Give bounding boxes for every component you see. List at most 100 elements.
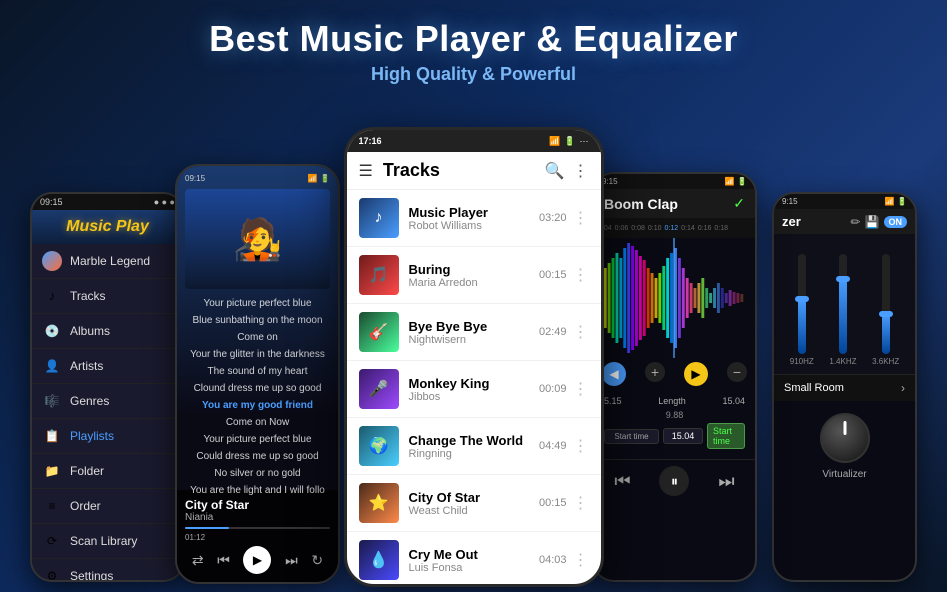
- zoom-in-btn[interactable]: +: [645, 362, 665, 382]
- playlist-icon: 📋: [42, 426, 62, 446]
- waveform-playback-controls: ⏮ ⏸ ⏭: [594, 459, 755, 502]
- track-more-1[interactable]: ⋮: [573, 208, 589, 228]
- virtualizer-label: Virtualizer: [822, 469, 866, 480]
- left-nav-arrow[interactable]: ◀: [602, 362, 626, 386]
- header-actions: 🔍 ⋮: [545, 161, 589, 181]
- play-button[interactable]: ▶: [243, 546, 271, 574]
- track-item-7[interactable]: 💧 Cry Me Out Luis Fonsa 04:03 ⋮: [347, 532, 601, 587]
- battery-icon: 🔋: [564, 136, 575, 147]
- lyrics-current-time: 01:12: [185, 533, 205, 542]
- track-duration-5: 04:49: [539, 440, 567, 452]
- eq-handle-1[interactable]: [795, 296, 809, 302]
- lyric-line-4: Your the glitter in the darkness: [185, 346, 330, 363]
- next-button[interactable]: ⏭: [285, 552, 298, 569]
- track-thumb-7: 💧: [359, 540, 399, 580]
- track-item-1[interactable]: ♪ Music Player Robot Williams 03:20 ⋮: [347, 190, 601, 247]
- sidebar-label-genres: Genres: [70, 394, 109, 408]
- edit-icon[interactable]: ✏: [850, 215, 860, 229]
- prev-button[interactable]: ⏮: [217, 552, 230, 569]
- wf-pause-button[interactable]: ⏸: [659, 466, 689, 496]
- sidebar-item-order[interactable]: ≡ Order: [32, 489, 183, 524]
- track-info-2: Buring Maria Arredon: [409, 262, 539, 289]
- more-icon: ···: [580, 136, 589, 147]
- track-more-4[interactable]: ⋮: [573, 379, 589, 399]
- sidebar-item-artists[interactable]: 👤 Artists: [32, 349, 183, 384]
- track-more-7[interactable]: ⋮: [573, 550, 589, 570]
- eq-handle-2[interactable]: [836, 276, 850, 282]
- lyric-line-5: The sound of my heart: [185, 363, 330, 380]
- track-thumb-6: ⭐: [359, 483, 399, 523]
- avatar: [42, 251, 62, 271]
- virtualizer-knob[interactable]: [820, 413, 870, 463]
- sidebar-item-settings[interactable]: ⚙ Settings: [32, 559, 183, 582]
- waveform-display: [594, 238, 755, 358]
- track-item-4[interactable]: 🎤 Monkey King Jibbos 00:09 ⋮: [347, 361, 601, 418]
- lyric-line-3: Come on: [185, 329, 330, 346]
- track-info-4: Monkey King Jibbos: [409, 376, 539, 403]
- sidebar-item-albums[interactable]: 💿 Albums: [32, 314, 183, 349]
- sidebar-item-genres[interactable]: 🎼 Genres: [32, 384, 183, 419]
- track-item-3[interactable]: 🎸 Bye Bye Bye Nightwisern 02:49 ⋮: [347, 304, 601, 361]
- lyrics-progress-bar[interactable]: [185, 527, 330, 529]
- track-name-4: Monkey King: [409, 376, 539, 391]
- overflow-icon[interactable]: ⋮: [573, 161, 589, 181]
- start-time-input[interactable]: [604, 429, 659, 444]
- eq-title-bar: zer ✏ 💾 ON: [774, 209, 915, 234]
- track-more-2[interactable]: ⋮: [573, 265, 589, 285]
- track-more-3[interactable]: ⋮: [573, 322, 589, 342]
- length-input[interactable]: [663, 428, 703, 444]
- wf-next-button[interactable]: ⏭: [718, 471, 734, 492]
- track-more-5[interactable]: ⋮: [573, 436, 589, 456]
- track-item-6[interactable]: ⭐ City Of Star Weast Child 00:15 ⋮: [347, 475, 601, 532]
- artist-icon: 👤: [42, 356, 62, 376]
- search-icon[interactable]: 🔍: [545, 161, 565, 181]
- track-thumb-4: 🎤: [359, 369, 399, 409]
- lyrics-artist-name: Niania: [185, 512, 330, 523]
- on-toggle[interactable]: ON: [884, 216, 908, 228]
- header: Best Music Player & Equalizer High Quali…: [0, 0, 947, 85]
- wf-prev-button[interactable]: ⏮: [614, 471, 630, 492]
- track-item-5[interactable]: 🌍 Change The World Ringning 04:49 ⋮: [347, 418, 601, 475]
- sidebar-item-playlists[interactable]: 📋 Playlists: [32, 419, 183, 454]
- lyric-line-highlight: You are my good friend: [185, 397, 330, 414]
- eq-controls: ✏ 💾 ON: [850, 215, 907, 229]
- waveform-icons: 📶 🔋: [725, 177, 747, 186]
- hamburger-icon[interactable]: ☰: [359, 161, 373, 181]
- eq-handle-3[interactable]: [879, 311, 893, 317]
- time-display: 5.15 Length 15.04: [604, 396, 745, 406]
- tracks-title: Tracks: [383, 160, 545, 181]
- status-bar-left: 09:15 ● ● ●: [32, 194, 183, 210]
- play-arrow[interactable]: ▶: [684, 362, 708, 386]
- phone-equalizer: 9:15 📶 🔋 zer ✏ 💾 ON 910HZ: [772, 192, 917, 582]
- lyric-line-9: Could dress me up so good: [185, 448, 330, 465]
- sidebar-item-scan[interactable]: ⟳ Scan Library: [32, 524, 183, 559]
- start-time-button[interactable]: Start time: [707, 423, 745, 449]
- waveform-timeline: 0:04 0:06 0:08 0:10 0:12 0:14 0:16 0:18: [594, 218, 755, 238]
- chevron-right-icon: ›: [901, 381, 905, 395]
- eq-sliders-container: 910HZ 1.4KHZ 3.6KHZ: [774, 234, 915, 374]
- music-icon-3: 🎸: [369, 322, 389, 342]
- track-item-2[interactable]: 🎵 Buring Maria Arredon 00:15 ⋮: [347, 247, 601, 304]
- eq-track-1[interactable]: [798, 254, 806, 354]
- sidebar-label-albums: Albums: [70, 324, 110, 338]
- shuffle-button[interactable]: ⇄: [192, 552, 204, 569]
- eq-preset-bar[interactable]: Small Room ›: [774, 374, 915, 401]
- sidebar-item-tracks[interactable]: ♪ Tracks: [32, 279, 183, 314]
- eq-track-2[interactable]: [839, 254, 847, 354]
- track-duration-4: 00:09: [539, 383, 567, 395]
- track-artist-2: Maria Arredon: [409, 277, 539, 289]
- save-icon[interactable]: 💾: [865, 215, 880, 229]
- eq-track-3[interactable]: [882, 254, 890, 354]
- sidebar-label-scan: Scan Library: [70, 534, 137, 548]
- waveform-settings: 5.15 Length 15.04 9.88 Start time: [594, 390, 755, 459]
- sidebar-item-marble[interactable]: Marble Legend: [32, 244, 183, 279]
- sidebar-item-folder[interactable]: 📁 Folder: [32, 454, 183, 489]
- track-more-6[interactable]: ⋮: [573, 493, 589, 513]
- length-value: 9.88: [604, 410, 745, 420]
- lyrics-time: 09:15: [185, 174, 205, 183]
- zoom-out-btn[interactable]: −: [727, 362, 747, 382]
- repeat-button[interactable]: ↻: [311, 552, 323, 569]
- music-icon-1: ♪: [375, 209, 383, 227]
- lyrics-progress-fill: [185, 527, 229, 529]
- track-info-3: Bye Bye Bye Nightwisern: [409, 319, 539, 346]
